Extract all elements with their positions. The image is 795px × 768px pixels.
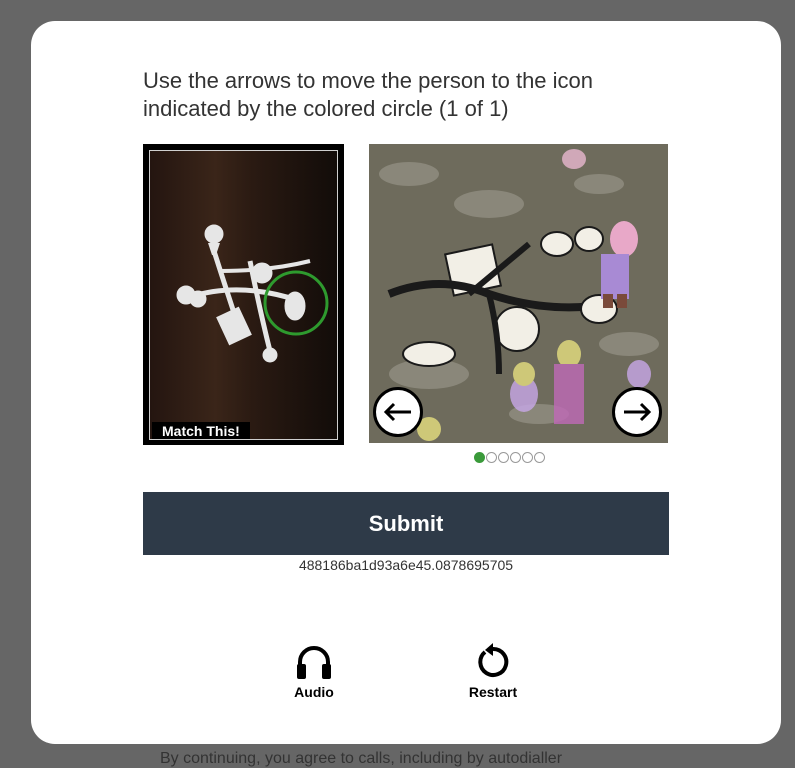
scene-gear-icon xyxy=(494,306,540,352)
scene-ball-icon xyxy=(540,231,574,257)
restart-button[interactable]: Restart xyxy=(463,642,523,700)
session-id: 488186ba1d93a6e45.0878695705 xyxy=(298,557,514,573)
badge-icon xyxy=(204,224,224,244)
progress-dot-5 xyxy=(522,452,533,463)
captcha-modal: Use the arrows to move the person to the… xyxy=(31,21,781,744)
target-image: Match This! xyxy=(149,150,338,440)
progress-dot-4 xyxy=(510,452,521,463)
puzzle-image-panel xyxy=(369,144,668,443)
match-this-label: Match This! xyxy=(152,422,250,439)
audio-button[interactable]: Audio xyxy=(284,642,344,700)
headphones-icon xyxy=(297,646,331,679)
puzzle-progress-dots xyxy=(474,452,545,463)
previous-arrow-button[interactable] xyxy=(373,387,423,437)
arrow-right-icon xyxy=(624,402,652,422)
backdrop-consent-text: By continuing, you agree to calls, inclu… xyxy=(160,750,563,767)
submit-button[interactable]: Submit xyxy=(143,492,669,555)
progress-dot-2 xyxy=(486,452,497,463)
progress-dot-1 xyxy=(474,452,485,463)
target-icon-cluster xyxy=(176,224,329,363)
audio-label: Audio xyxy=(294,684,334,700)
progress-dot-3 xyxy=(498,452,509,463)
restart-label: Restart xyxy=(468,684,518,700)
instructions: Use the arrows to move the person to the… xyxy=(143,67,663,123)
instructions-line-2: indicated by the colored circle (1 of 1) xyxy=(143,96,509,121)
arrow-left-icon xyxy=(383,402,411,422)
restart-icon xyxy=(478,643,509,677)
next-arrow-button[interactable] xyxy=(612,387,662,437)
instructions-line-1: Use the arrows to move the person to the… xyxy=(143,68,594,93)
progress-dot-6 xyxy=(534,452,545,463)
target-image-panel: Match This! xyxy=(143,144,344,445)
scene-rabbit-icon xyxy=(402,341,456,367)
